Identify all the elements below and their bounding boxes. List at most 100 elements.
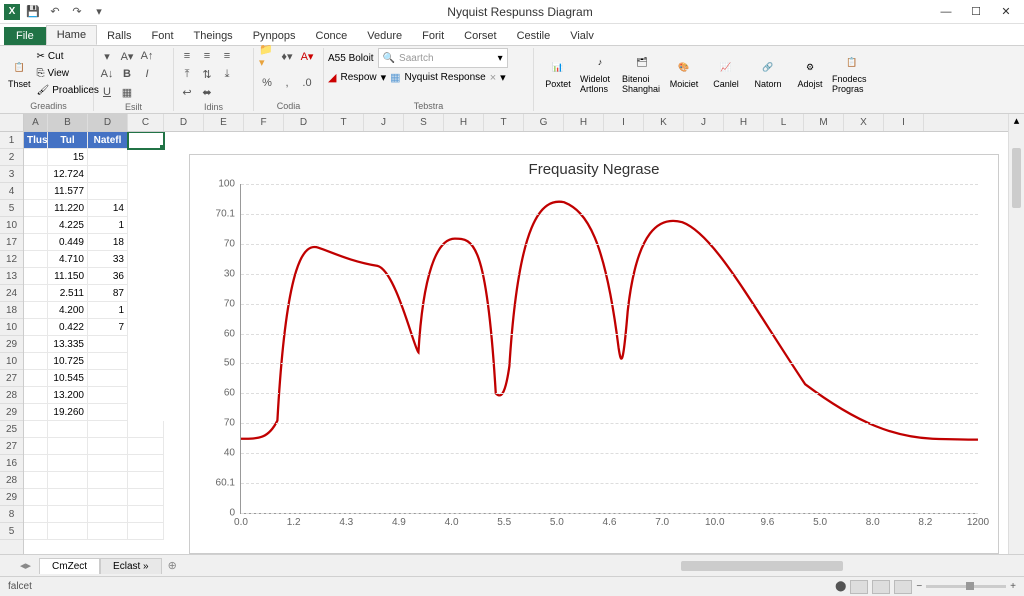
column-header[interactable]: D <box>88 114 128 131</box>
align-bottom-button[interactable]: ⤓ <box>218 66 236 82</box>
column-header[interactable]: T <box>324 114 364 131</box>
decimal-button[interactable]: .0 <box>298 75 316 91</box>
cell[interactable] <box>24 217 48 234</box>
chevron-down-icon[interactable]: ▾ <box>500 71 506 84</box>
column-header[interactable]: I <box>884 114 924 131</box>
cell[interactable] <box>88 523 128 540</box>
cell[interactable] <box>128 523 164 540</box>
row-header[interactable]: 10 <box>0 319 23 336</box>
column-header[interactable]: C <box>128 114 164 131</box>
cell[interactable] <box>24 438 48 455</box>
page-break-button[interactable] <box>894 580 912 594</box>
cell[interactable]: 1 <box>88 302 128 319</box>
cell[interactable] <box>88 387 128 404</box>
cell[interactable]: 10.725 <box>48 353 88 370</box>
page-layout-button[interactable] <box>872 580 890 594</box>
clear-icon[interactable]: × <box>490 72 496 84</box>
ribbon-big-button[interactable]: 🎨Moiciet <box>664 48 704 98</box>
row-header[interactable]: 5 <box>0 200 23 217</box>
font-dropdown[interactable]: ▾ <box>98 48 116 64</box>
column-header[interactable]: L <box>764 114 804 131</box>
row-header[interactable]: 18 <box>0 302 23 319</box>
column-header[interactable]: X <box>844 114 884 131</box>
cell[interactable]: 14 <box>88 200 128 217</box>
column-header[interactable]: G <box>524 114 564 131</box>
row-header[interactable]: 16 <box>0 455 23 472</box>
row-header[interactable]: 27 <box>0 438 23 455</box>
table-header-cell[interactable]: Tul <box>48 132 88 149</box>
cell[interactable] <box>88 183 128 200</box>
ribbon-tab[interactable]: Theings <box>184 27 243 45</box>
zoom-out-button[interactable]: − <box>916 581 922 592</box>
row-header[interactable]: 5 <box>0 523 23 540</box>
qat-more-icon[interactable]: ▾ <box>90 3 108 21</box>
column-header[interactable]: A <box>24 114 48 131</box>
horizontal-scrollbar[interactable] <box>197 559 1004 573</box>
cell[interactable] <box>24 302 48 319</box>
cell[interactable]: 7 <box>88 319 128 336</box>
cell[interactable] <box>24 183 48 200</box>
format-button[interactable]: 📁▾ <box>258 48 276 64</box>
merge-button[interactable]: ⬌ <box>198 84 216 100</box>
record-macro-icon[interactable]: ⬤ <box>835 581 846 592</box>
row-header[interactable]: 13 <box>0 268 23 285</box>
cell[interactable] <box>24 455 48 472</box>
cell[interactable] <box>48 472 88 489</box>
cell[interactable] <box>24 353 48 370</box>
cell[interactable] <box>24 251 48 268</box>
column-header[interactable]: D <box>164 114 204 131</box>
cell[interactable]: 0.422 <box>48 319 88 336</box>
cell[interactable] <box>24 370 48 387</box>
row-header[interactable]: 29 <box>0 404 23 421</box>
row-header[interactable]: 10 <box>0 353 23 370</box>
ribbon-big-button[interactable]: 📊Poxtet <box>538 48 578 98</box>
scrollbar-thumb[interactable] <box>1012 148 1021 208</box>
scrollbar-thumb[interactable] <box>681 561 842 571</box>
format-painter-button[interactable]: 🖌Proablices <box>33 82 103 98</box>
fill-color-button[interactable]: ♦▾ <box>278 48 296 64</box>
cell[interactable]: 11.220 <box>48 200 88 217</box>
size-dropdown[interactable]: A▾ <box>118 48 136 64</box>
table-header-cell[interactable]: Natefl <box>88 132 128 149</box>
cell[interactable] <box>24 404 48 421</box>
column-header[interactable]: I <box>604 114 644 131</box>
ribbon-tab[interactable]: Hame <box>46 25 97 45</box>
scroll-up-icon[interactable]: ▴ <box>1009 114 1024 128</box>
ribbon-tab[interactable]: Forit <box>412 27 454 45</box>
ribbon-tab[interactable]: Vialv <box>560 27 604 45</box>
column-header[interactable]: H <box>564 114 604 131</box>
sheet-tab[interactable]: Eclast » <box>100 558 162 574</box>
worksheet-grid[interactable]: ABDCDEFDTJSHTGHIKJHLMXI 1234510171213241… <box>0 114 1024 554</box>
cell[interactable]: 2.511 <box>48 285 88 302</box>
selected-cell[interactable] <box>128 132 164 149</box>
cell[interactable] <box>24 149 48 166</box>
ribbon-big-button[interactable]: ⚙Adojst <box>790 48 830 98</box>
ribbon-big-button[interactable]: ♪Widelot Artlons <box>580 48 620 98</box>
cell[interactable]: 4.710 <box>48 251 88 268</box>
ribbon-tab[interactable]: Cestile <box>507 27 561 45</box>
cell[interactable] <box>128 421 164 438</box>
column-header[interactable]: K <box>644 114 684 131</box>
zoom-in-button[interactable]: + <box>1010 581 1016 592</box>
cell[interactable] <box>48 438 88 455</box>
shrink-font-button[interactable]: A↓ <box>98 66 116 82</box>
zoom-slider[interactable] <box>926 585 1006 588</box>
row-header[interactable]: 10 <box>0 217 23 234</box>
column-header[interactable]: H <box>444 114 484 131</box>
cell[interactable]: 87 <box>88 285 128 302</box>
sheet-tab-active[interactable]: CmZect <box>39 558 100 574</box>
maximize-button[interactable]: ☐ <box>962 2 990 22</box>
row-header[interactable]: 24 <box>0 285 23 302</box>
cell[interactable]: 12.724 <box>48 166 88 183</box>
cell[interactable]: 36 <box>88 268 128 285</box>
cell[interactable] <box>48 455 88 472</box>
cell[interactable]: 11.150 <box>48 268 88 285</box>
chevron-down-icon[interactable]: ▾ <box>381 71 387 84</box>
paste-button[interactable]: 📋 Thset <box>8 48 31 98</box>
align-center-button[interactable]: ≡ <box>198 48 216 64</box>
cell[interactable] <box>128 472 164 489</box>
border-button[interactable]: ▦ <box>118 84 136 100</box>
ribbon-tab[interactable]: Ralls <box>97 27 141 45</box>
row-header[interactable]: 3 <box>0 166 23 183</box>
row-header[interactable]: 17 <box>0 234 23 251</box>
